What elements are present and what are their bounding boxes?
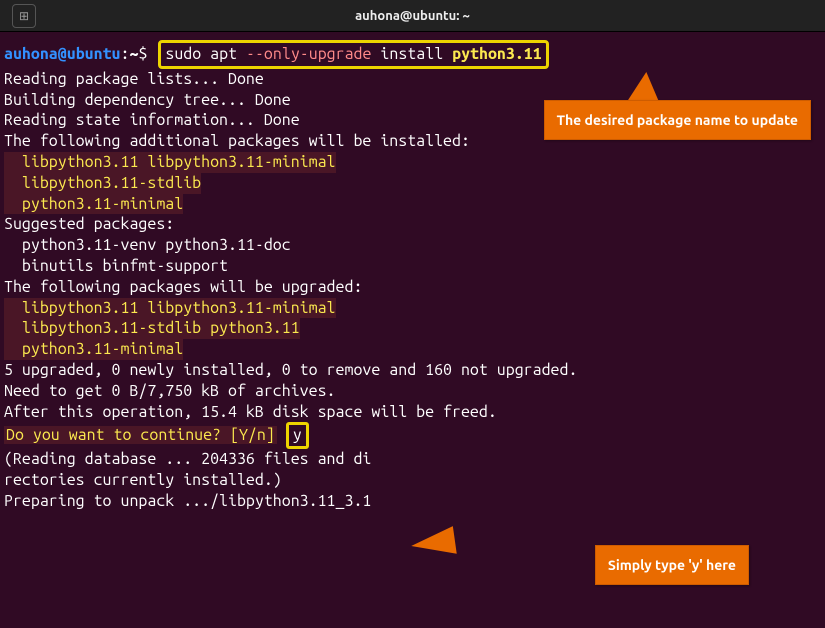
output-additional-l1: libpython3.11 libpython3.11-minimal <box>4 152 821 173</box>
callout-package-name: The desired package name to update <box>544 100 811 140</box>
output-need-get: Need to get 0 B/7,750 kB of archives. <box>4 381 821 402</box>
command-highlight-box: sudo apt --only-upgrade install python3.… <box>158 40 548 69</box>
callout-type-y: Simply type 'y' here <box>595 545 749 585</box>
output-additional-l2: libpython3.11-stdlib <box>4 173 821 194</box>
output-preparing: Preparing to unpack .../libpython3.11_3.… <box>4 491 821 512</box>
cmd-package: python3.11 <box>452 45 542 63</box>
prompt-line: auhona@ubuntu:~$ sudo apt --only-upgrade… <box>4 40 821 69</box>
output-upgraded-header: The following packages will be upgraded: <box>4 277 821 298</box>
output-reading-db2: rectories currently installed.) <box>4 470 821 491</box>
output-continue: Do you want to continue? [Y/n] y <box>4 422 821 449</box>
callout-arrow-2 <box>409 526 456 560</box>
output-reading-db: (Reading database ... 204336 files and d… <box>4 449 821 470</box>
cmd-sudo: sudo apt <box>165 45 246 63</box>
output-suggested-header: Suggested packages: <box>4 214 821 235</box>
new-tab-icon[interactable]: ⊞ <box>12 4 36 28</box>
output-additional-l3: python3.11-minimal <box>4 194 821 215</box>
output-upgraded-l3: python3.11-minimal <box>4 339 821 360</box>
callout-arrow-1 <box>628 71 662 104</box>
continue-answer[interactable]: y <box>286 422 309 449</box>
prompt-user: auhona <box>4 45 58 63</box>
output-suggested-l1: python3.11-venv python3.11-doc <box>4 235 821 256</box>
prompt-symbol: $ <box>138 45 147 63</box>
output-upgraded-l2: libpython3.11-stdlib python3.11 <box>4 318 821 339</box>
window-title: auhona@ubuntu: ~ <box>355 9 470 23</box>
cmd-flag: --only-upgrade <box>246 45 371 63</box>
titlebar[interactable]: ⊞ auhona@ubuntu: ~ <box>0 0 825 32</box>
output-suggested-l2: binutils binfmt-support <box>4 256 821 277</box>
output-after-op: After this operation, 15.4 kB disk space… <box>4 402 821 423</box>
output-upgraded-l1: libpython3.11 libpython3.11-minimal <box>4 298 821 319</box>
terminal-body[interactable]: auhona@ubuntu:~$ sudo apt --only-upgrade… <box>0 32 825 520</box>
continue-question: Do you want to continue? [Y/n] <box>4 426 277 444</box>
output-summary: 5 upgraded, 0 newly installed, 0 to remo… <box>4 360 821 381</box>
cmd-install: install <box>371 45 452 63</box>
output-reading-lists: Reading package lists... Done <box>4 69 821 90</box>
prompt-host: ubuntu <box>67 45 121 63</box>
